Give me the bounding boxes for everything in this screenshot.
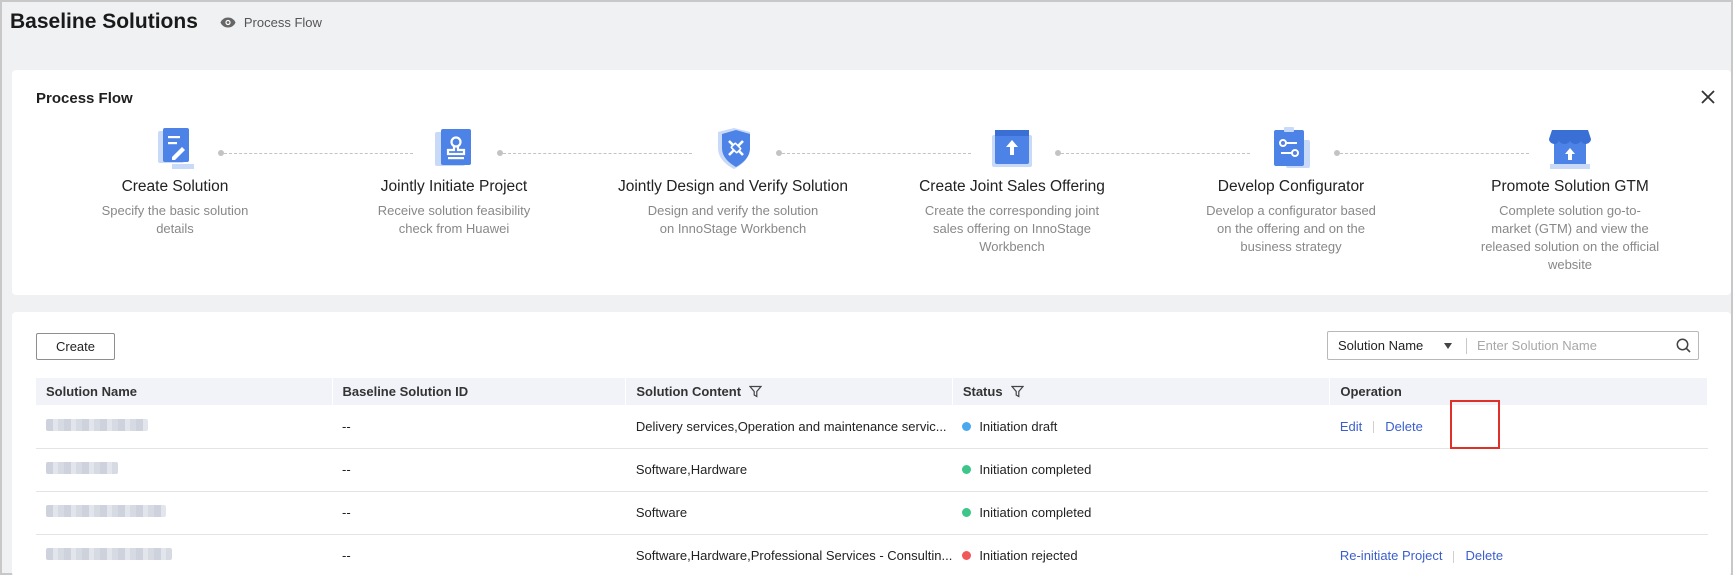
process-steps: Create Solution Specify the basic soluti… bbox=[12, 126, 1731, 286]
table-row: -- Delivery services,Operation and maint… bbox=[36, 405, 1708, 449]
operation-cell: Edit Delete bbox=[1329, 405, 1708, 449]
status-text: Initiation completed bbox=[979, 505, 1092, 520]
upload-box-icon bbox=[989, 126, 1035, 172]
baseline-id-cell: -- bbox=[332, 534, 626, 575]
redacted-solution-name bbox=[46, 462, 118, 474]
solution-content-cell: Delivery services,Operation and maintena… bbox=[625, 405, 953, 449]
status-dot bbox=[962, 508, 972, 517]
status-text: Initiation draft bbox=[979, 418, 1058, 434]
status-dot bbox=[962, 465, 972, 474]
search-input[interactable] bbox=[1467, 332, 1668, 359]
process-flow-panel: Process Flow Create Solution Specify the… bbox=[12, 70, 1731, 295]
step-title: Develop Configurator bbox=[1217, 178, 1365, 195]
step-description: Complete solution go-to-market (GTM) and… bbox=[1480, 203, 1660, 272]
search-icon[interactable] bbox=[1668, 338, 1698, 353]
process-flow-link[interactable]: Process Flow bbox=[220, 15, 322, 30]
column-header-status: Status bbox=[952, 378, 1331, 405]
table-header-row: Solution Name Baseline Solution ID Solut… bbox=[36, 378, 1708, 405]
step-create-joint-sales-offering: Create Joint Sales Offering Create the c… bbox=[892, 126, 1132, 256]
table-row: -- Software Initiation completed bbox=[36, 491, 1708, 535]
operation-cell bbox=[1329, 448, 1708, 492]
column-header-operation: Operation bbox=[1329, 378, 1708, 405]
solution-name-cell[interactable] bbox=[36, 534, 332, 575]
app-window: Baseline Solutions Process Flow Process … bbox=[0, 0, 1733, 575]
caret-down-icon bbox=[1444, 343, 1452, 349]
delete-link[interactable]: Delete bbox=[1385, 419, 1423, 434]
close-icon bbox=[1701, 90, 1715, 104]
solution-name-cell[interactable] bbox=[36, 491, 332, 535]
status-text: Initiation rejected bbox=[979, 548, 1078, 563]
page-header: Baseline Solutions Process Flow bbox=[10, 8, 322, 36]
process-flow-title: Process Flow bbox=[36, 90, 133, 107]
step-create-solution: Create Solution Specify the basic soluti… bbox=[55, 126, 295, 238]
op-separator bbox=[1373, 421, 1375, 434]
solution-name-cell[interactable] bbox=[36, 405, 332, 449]
status-cell: Initiation draft bbox=[952, 405, 1330, 449]
shield-tools-icon bbox=[710, 126, 756, 172]
store-icon bbox=[1547, 126, 1593, 172]
step-jointly-initiate-project: Jointly Initiate Project Receive solutio… bbox=[334, 126, 574, 238]
solution-content-cell: Software,Hardware bbox=[625, 448, 953, 492]
step-develop-configurator: Develop Configurator Develop a configura… bbox=[1171, 126, 1411, 256]
column-header-solution-name: Solution Name bbox=[36, 378, 333, 405]
document-edit-icon bbox=[152, 126, 198, 172]
redacted-solution-name bbox=[46, 418, 148, 431]
baseline-id-cell: -- bbox=[332, 405, 626, 449]
status-cell: Initiation rejected bbox=[952, 534, 1330, 575]
status-dot bbox=[962, 421, 972, 431]
column-header-solution-content: Solution Content bbox=[625, 378, 953, 405]
re-initiate-project-link[interactable]: Re-initiate Project bbox=[1340, 548, 1443, 563]
step-jointly-design-verify: Jointly Design and Verify Solution Desig… bbox=[613, 126, 853, 238]
stamp-icon bbox=[431, 126, 477, 172]
step-description: Develop a configurator based on the offe… bbox=[1206, 203, 1376, 254]
step-description: Receive solution feasibility check from … bbox=[377, 203, 531, 236]
redacted-solution-name bbox=[46, 505, 166, 517]
column-header-label: Status bbox=[962, 384, 1003, 399]
step-title: Jointly Design and Verify Solution bbox=[617, 178, 849, 195]
step-promote-solution-gtm: Promote Solution GTM Complete solution g… bbox=[1450, 126, 1690, 274]
solutions-table-panel: Create Solution Name Solution Name bbox=[12, 312, 1731, 575]
step-title: Create Solution bbox=[121, 178, 229, 195]
delete-link[interactable]: Delete bbox=[1465, 548, 1503, 563]
close-button[interactable] bbox=[1697, 86, 1719, 108]
step-description: Specify the basic solution details bbox=[101, 203, 249, 236]
solutions-table: Solution Name Baseline Solution ID Solut… bbox=[36, 378, 1708, 575]
page-title: Baseline Solutions bbox=[10, 10, 198, 33]
search-field-select[interactable]: Solution Name bbox=[1328, 332, 1466, 359]
operation-cell: Re-initiate Project Delete bbox=[1329, 534, 1708, 575]
status-cell: Initiation completed bbox=[952, 491, 1330, 535]
solution-content-cell: Software,Hardware,Professional Services … bbox=[625, 534, 953, 575]
configurator-icon bbox=[1268, 126, 1314, 172]
step-title: Create Joint Sales Offering bbox=[919, 178, 1105, 195]
search-bar: Solution Name bbox=[1327, 331, 1699, 360]
process-flow-link-label: Process Flow bbox=[243, 14, 322, 30]
redacted-solution-name bbox=[46, 548, 172, 560]
column-header-label: Solution Content bbox=[636, 384, 742, 399]
step-description: Design and verify the solution on InnoSt… bbox=[647, 203, 819, 236]
baseline-id-cell: -- bbox=[332, 448, 626, 492]
search-field-selected: Solution Name bbox=[1338, 338, 1424, 353]
eye-icon bbox=[220, 17, 236, 27]
operation-cell bbox=[1329, 491, 1708, 535]
step-description: Create the corresponding joint sales off… bbox=[924, 203, 1100, 254]
status-dot bbox=[962, 551, 972, 560]
op-separator bbox=[1453, 550, 1455, 563]
filter-icon[interactable] bbox=[749, 385, 763, 398]
edit-link[interactable]: Edit bbox=[1340, 419, 1362, 434]
status-text: Initiation completed bbox=[979, 462, 1092, 477]
filter-icon[interactable] bbox=[1010, 385, 1024, 398]
baseline-id-cell: -- bbox=[332, 491, 626, 535]
table-row: -- Software,Hardware Initiation complete… bbox=[36, 448, 1708, 492]
step-title: Promote Solution GTM bbox=[1491, 178, 1649, 195]
column-header-baseline-solution-id: Baseline Solution ID bbox=[332, 378, 627, 405]
solution-name-cell[interactable] bbox=[36, 448, 332, 492]
table-row: -- Software,Hardware,Professional Servic… bbox=[36, 534, 1708, 575]
solution-content-cell: Software bbox=[625, 491, 953, 535]
step-title: Jointly Initiate Project bbox=[380, 178, 528, 195]
create-button[interactable]: Create bbox=[36, 333, 115, 360]
status-cell: Initiation completed bbox=[952, 448, 1330, 492]
